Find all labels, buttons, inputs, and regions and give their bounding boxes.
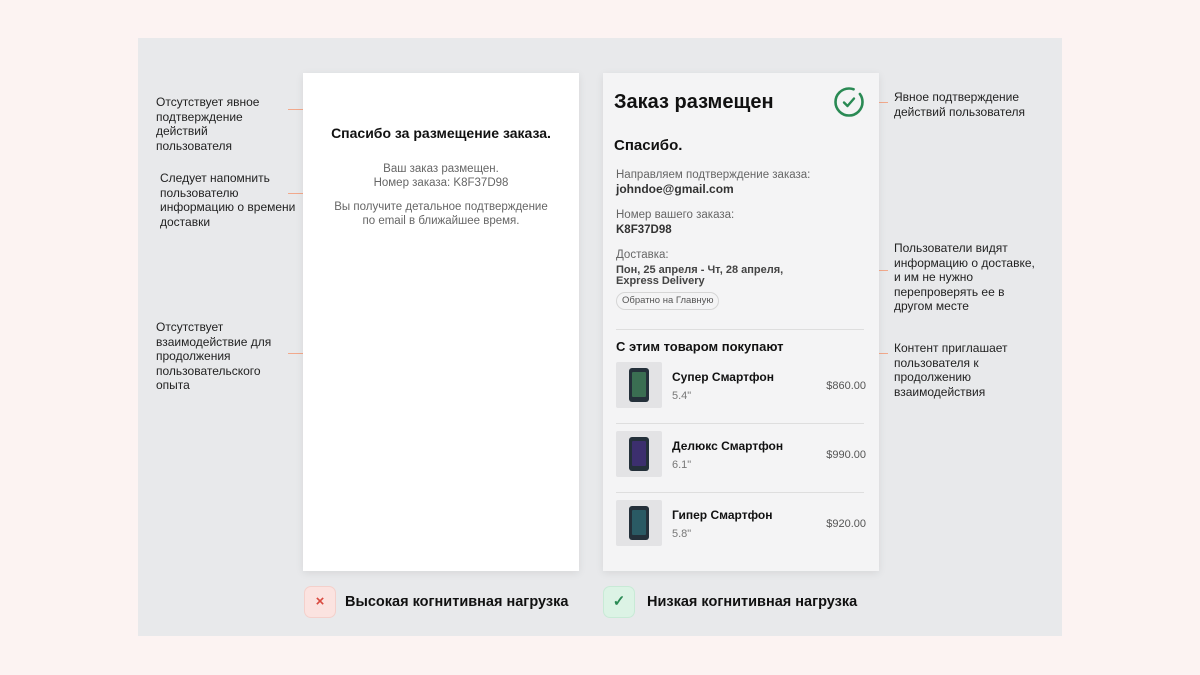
order-placed-title: Заказ размещен (614, 91, 774, 113)
smartphone-icon (629, 437, 649, 471)
divider (616, 423, 864, 424)
delivery-method: Express Delivery (616, 275, 705, 287)
comparison-stage: Отсутствует явное подтверждение действий… (138, 38, 1062, 636)
product-image (616, 362, 662, 408)
check-circle-icon (834, 87, 864, 117)
product-card[interactable]: Супер Смартфон 5.4" $860.00 (616, 362, 866, 410)
annotation-engagement: Контент приглашает пользователя к продол… (894, 341, 1008, 399)
annotation-no-interaction: Отсутствует взаимодействие для продолжен… (156, 320, 272, 392)
product-size: 5.8" (672, 528, 692, 540)
good-confirmation-screen: Заказ размещен Спасибо. Направляем подтв… (603, 73, 879, 571)
smartphone-icon (629, 506, 649, 540)
smartphone-icon (629, 368, 649, 402)
back-to-home-button[interactable]: Обратно на Главную (616, 292, 720, 310)
divider (616, 329, 864, 330)
customer-email: johndoe@gmail.com (616, 182, 734, 196)
bad-screen-email-note-2: по email в ближайшее время. (362, 215, 520, 227)
product-price: $860.00 (826, 380, 866, 392)
product-name: Делюкс Смартфон (672, 439, 784, 453)
thank-you-heading: Спасибо. (614, 137, 683, 154)
product-name: Гипер Смартфон (672, 508, 773, 522)
confirmation-label: Направляем подтверждение заказа: (616, 169, 811, 181)
product-card[interactable]: Гипер Смартфон 5.8" $920.00 (616, 500, 866, 548)
product-image (616, 500, 662, 546)
product-card[interactable]: Делюкс Смартфон 6.1" $990.00 (616, 431, 866, 479)
product-image (616, 431, 662, 477)
annotation-delivery-reminder: Следует напомнить пользователю информаци… (160, 171, 296, 229)
order-number: K8F37D98 (616, 224, 672, 236)
divider (616, 492, 864, 493)
order-number-label: Номер вашего заказа: (616, 209, 735, 221)
product-size: 5.4" (672, 390, 692, 402)
annotation-explicit-confirmation: Явное подтверждение действий пользовател… (894, 90, 1025, 119)
bad-screen-email-note: Вы получите детальное подтверждение (334, 201, 548, 213)
bad-confirmation-screen: Спасибо за размещение заказа. Ваш заказ … (303, 73, 579, 571)
product-price: $990.00 (826, 449, 866, 461)
low-load-caption: Низкая когнитивная нагрузка (647, 594, 858, 610)
annotation-delivery-info: Пользователи видят информацию о доставке… (894, 241, 1035, 313)
bad-screen-title: Спасибо за размещение заказа. (331, 125, 551, 141)
close-icon: × (304, 586, 336, 618)
product-size: 6.1" (672, 459, 692, 471)
annotation-no-confirmation: Отсутствует явное подтверждение действий… (156, 95, 260, 153)
high-load-caption: Высокая когнитивная нагрузка (345, 594, 569, 610)
product-name: Супер Смартфон (672, 370, 774, 384)
bad-screen-order-number: Номер заказа: K8F37D98 (373, 177, 509, 189)
delivery-label: Доставка: (616, 249, 669, 261)
check-icon: ✓ (603, 586, 635, 618)
bad-screen-order-placed: Ваш заказ размещен. (383, 163, 499, 175)
product-price: $920.00 (826, 518, 866, 530)
recommendations-title: С этим товаром покупают (616, 339, 784, 354)
